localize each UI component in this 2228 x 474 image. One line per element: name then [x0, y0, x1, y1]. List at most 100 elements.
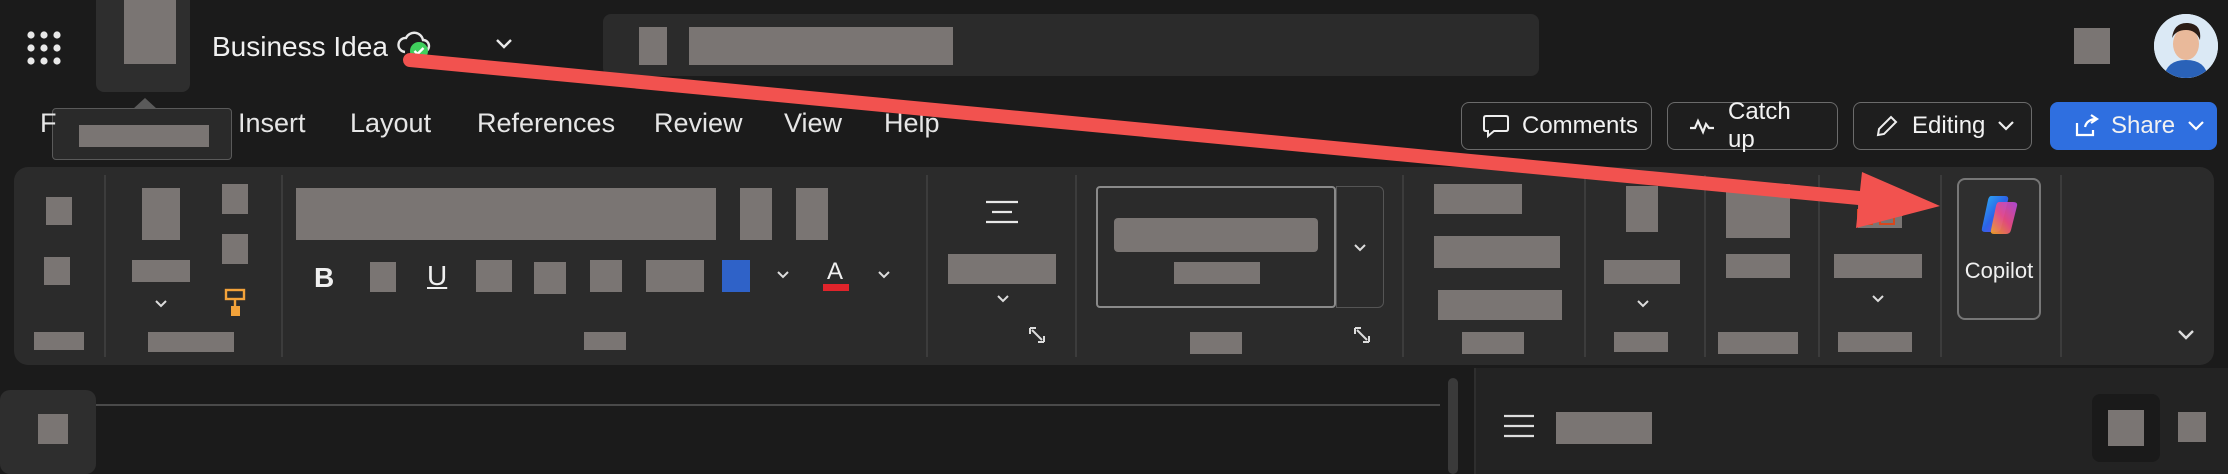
- ribbon-button-label: [1604, 260, 1680, 284]
- ribbon-button[interactable]: [142, 188, 180, 240]
- tab-view[interactable]: View: [784, 108, 842, 139]
- menu-icon[interactable]: [1502, 414, 1536, 438]
- tab-file[interactable]: F: [40, 108, 57, 139]
- cloud-check-icon: [397, 31, 431, 60]
- catch-up-button[interactable]: Catch up: [1667, 98, 1838, 153]
- ribbon-button[interactable]: [1434, 236, 1560, 268]
- share-label: Share: [2111, 112, 2176, 139]
- ribbon-button[interactable]: [1726, 184, 1790, 238]
- italic-button[interactable]: [370, 262, 396, 292]
- ribbon-button[interactable]: [46, 197, 72, 225]
- ribbon-button-label: [132, 260, 190, 282]
- app-launcher-button[interactable]: [26, 30, 62, 66]
- side-pane-title: [1556, 412, 1652, 444]
- ribbon-button[interactable]: [1434, 184, 1522, 214]
- ribbon-group-label: [1718, 332, 1798, 354]
- tab-insert[interactable]: Insert: [238, 108, 306, 139]
- font-color-bar: [823, 284, 849, 291]
- chevron-down-icon: [2188, 121, 2204, 131]
- tooltip-pointer: [133, 98, 157, 109]
- editing-mode-button[interactable]: Editing: [1853, 102, 2032, 150]
- side-pane-button[interactable]: [2092, 394, 2160, 462]
- styles-gallery[interactable]: [1096, 186, 1336, 308]
- side-pane-close-button[interactable]: [2178, 412, 2206, 442]
- ribbon-button-label: [1726, 254, 1790, 278]
- ribbon-group-label: [584, 332, 626, 350]
- font-color-dropdown-chevron-down-icon[interactable]: [877, 270, 891, 280]
- bold-button[interactable]: B: [314, 262, 334, 294]
- tab-review[interactable]: Review: [654, 108, 743, 139]
- pencil-icon: [1876, 115, 1898, 137]
- ribbon-group-label: [1190, 332, 1242, 354]
- dialog-launcher-icon[interactable]: [1028, 326, 1046, 344]
- format-painter-icon[interactable]: [223, 288, 249, 318]
- chevron-down-icon[interactable]: [154, 299, 168, 309]
- ribbon-button[interactable]: [1626, 186, 1658, 232]
- avatar[interactable]: [2154, 14, 2218, 78]
- comments-label: Comments: [1522, 112, 1639, 139]
- add-in-icon: [1857, 197, 1903, 225]
- comment-icon: [1483, 115, 1509, 139]
- chevron-down-icon[interactable]: [1871, 294, 1885, 304]
- avatar-image: [2154, 14, 2218, 78]
- app-logo-tile[interactable]: [96, 0, 190, 92]
- chevron-down-icon[interactable]: [1636, 299, 1650, 309]
- style-name: [1174, 262, 1260, 284]
- ribbon-group-label: [148, 332, 234, 352]
- dialog-launcher-icon[interactable]: [1353, 326, 1371, 344]
- ribbon-collapse-chevron-down-icon[interactable]: [2176, 328, 2196, 342]
- styles-gallery-expand[interactable]: [1336, 186, 1384, 308]
- font-size-box[interactable]: [740, 188, 772, 240]
- ribbon-button[interactable]: [1438, 290, 1562, 320]
- align-center-icon[interactable]: [984, 198, 1020, 228]
- editing-label: Editing: [1912, 112, 1986, 139]
- page-edge: [0, 404, 1440, 406]
- ribbon-group-label: [1614, 332, 1668, 352]
- font-name-box[interactable]: [296, 188, 716, 240]
- ribbon-button[interactable]: [44, 257, 70, 285]
- copilot-label: Copilot: [1964, 258, 2034, 283]
- highlight-color-swatch[interactable]: [722, 260, 750, 292]
- subscript-button[interactable]: [534, 262, 566, 294]
- ribbon-button[interactable]: [222, 184, 248, 214]
- search-box[interactable]: [603, 14, 1539, 76]
- tab-help[interactable]: Help: [884, 108, 940, 139]
- app-launcher-grid-icon: [27, 31, 61, 65]
- nav-toggle-button[interactable]: [0, 390, 96, 474]
- style-preview: [1114, 218, 1318, 252]
- highlight-dropdown-chevron-down-icon[interactable]: [776, 270, 790, 280]
- superscript-button[interactable]: [590, 260, 622, 292]
- text-effects-button[interactable]: [646, 260, 704, 292]
- grow-font-button[interactable]: [796, 188, 828, 240]
- tab-references[interactable]: References: [477, 108, 615, 139]
- comments-button[interactable]: Comments: [1461, 102, 1652, 150]
- ribbon-group-label: [1462, 332, 1524, 354]
- document-canvas[interactable]: [0, 372, 1474, 474]
- copilot-icon: [1981, 196, 2018, 234]
- ribbon-button-label: [1834, 254, 1922, 278]
- share-icon: [2075, 114, 2099, 137]
- catch-up-label: Catch up: [1728, 98, 1791, 153]
- tab-layout[interactable]: Layout: [350, 108, 431, 139]
- share-button[interactable]: Share: [2050, 102, 2217, 150]
- document-title[interactable]: Business Idea: [212, 31, 388, 63]
- settings-icon[interactable]: [2074, 28, 2110, 64]
- chevron-down-icon[interactable]: [996, 294, 1010, 304]
- ribbon-button[interactable]: [222, 234, 248, 264]
- chevron-down-icon: [1998, 121, 2015, 131]
- title-dropdown-chevron-down-icon[interactable]: [495, 38, 513, 50]
- vertical-scrollbar[interactable]: [1448, 378, 1458, 474]
- ribbon-group-label: [34, 332, 84, 350]
- search-placeholder: [689, 27, 953, 65]
- app-logo: [124, 0, 176, 64]
- font-color-button[interactable]: A: [827, 258, 843, 286]
- search-icon: [639, 27, 667, 65]
- underline-button[interactable]: U: [427, 260, 447, 292]
- nav-icon: [38, 414, 68, 444]
- tooltip: [52, 108, 232, 160]
- copilot-button[interactable]: Copilot: [1957, 178, 2041, 320]
- strikethrough-button[interactable]: [476, 260, 512, 292]
- pulse-icon: [1690, 118, 1714, 135]
- chevron-down-icon: [1354, 244, 1366, 252]
- paragraph-options-label: [948, 254, 1056, 284]
